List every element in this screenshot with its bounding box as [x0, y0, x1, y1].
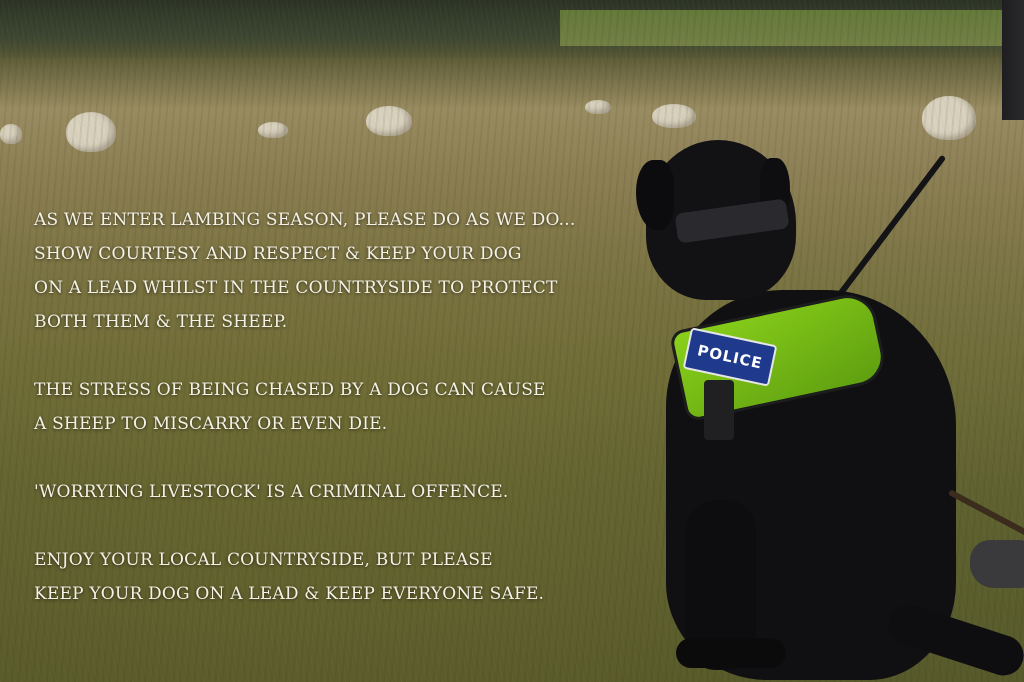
caption-line: A SHEEP TO MISCARRY OR EVEN DIE. — [34, 414, 388, 434]
dog-paw — [676, 638, 786, 668]
police-dog: POLICE — [636, 140, 1024, 682]
caption-line: KEEP YOUR DOG ON A LEAD & KEEP EVERYONE … — [34, 584, 545, 604]
handler-leg — [1002, 0, 1024, 120]
caption-paragraph: ENJOY YOUR LOCAL COUNTRYSIDE, BUT PLEASE… — [34, 543, 654, 611]
caption-line: BOTH THEM & THE SHEEP. — [34, 312, 288, 332]
caption-text: AS WE ENTER LAMBING SEASON, PLEASE DO AS… — [34, 203, 654, 645]
caption-line: SHOW COURTESY AND RESPECT & KEEP YOUR DO… — [34, 244, 522, 264]
handler-boot — [970, 540, 1024, 588]
caption-line: 'WORRYING LIVESTOCK' IS A CRIMINAL OFFEN… — [34, 482, 509, 502]
caption-line: ON A LEAD WHILST IN THE COUNTRYSIDE TO P… — [34, 278, 558, 298]
caption-line: AS WE ENTER LAMBING SEASON, PLEASE DO AS… — [34, 210, 576, 230]
caption-paragraph: 'WORRYING LIVESTOCK' IS A CRIMINAL OFFEN… — [34, 475, 654, 509]
photo-scene: POLICE AS WE ENTER LAMBING SEASON, PLEAS… — [0, 0, 1024, 682]
caption-paragraph: THE STRESS OF BEING CHASED BY A DOG CAN … — [34, 373, 654, 441]
caption-line: THE STRESS OF BEING CHASED BY A DOG CAN … — [34, 380, 546, 400]
harness-strap — [704, 380, 734, 440]
caption-line: ENJOY YOUR LOCAL COUNTRYSIDE, BUT PLEASE — [34, 550, 493, 570]
caption-paragraph: AS WE ENTER LAMBING SEASON, PLEASE DO AS… — [34, 203, 654, 339]
